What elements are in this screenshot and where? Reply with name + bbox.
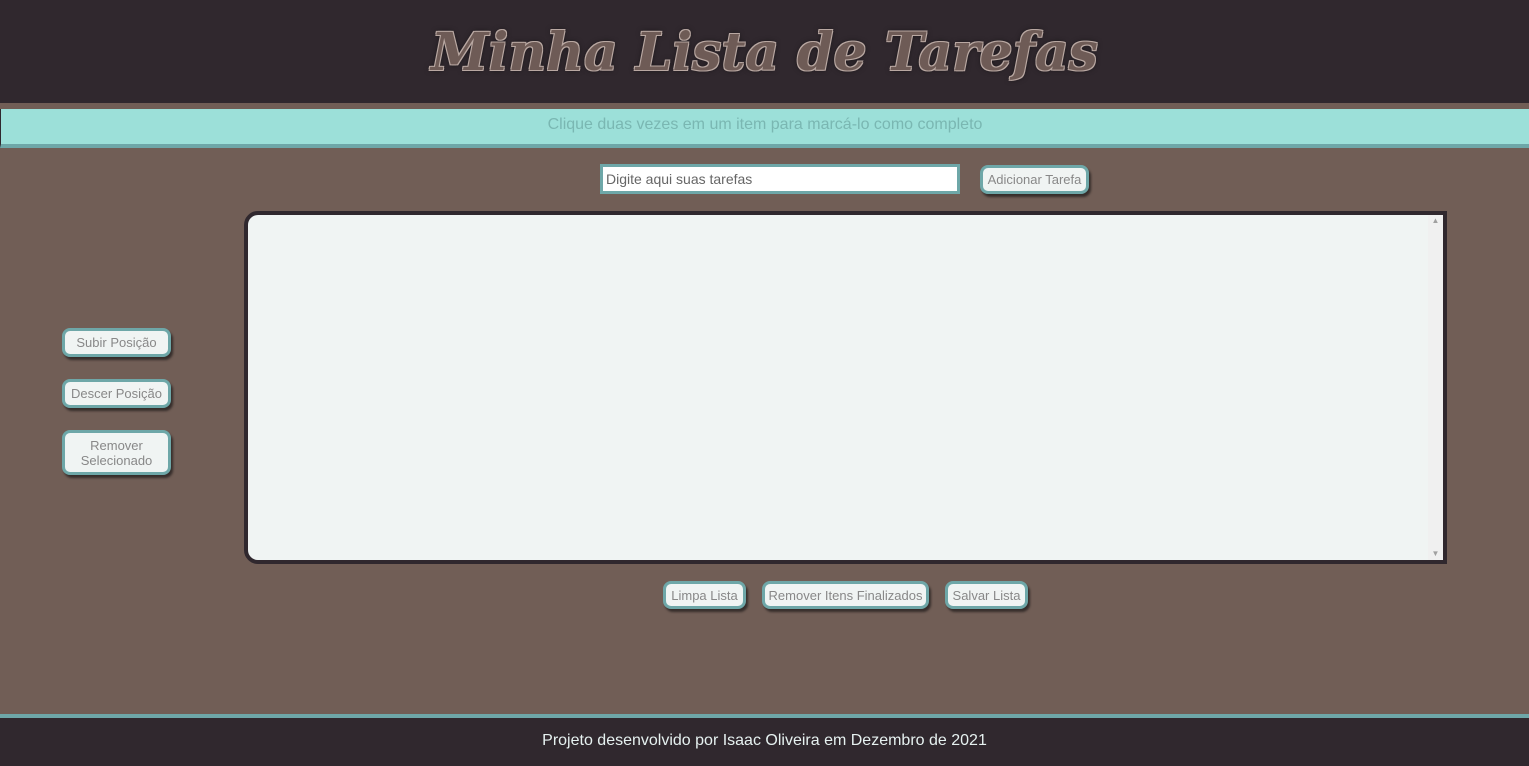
footer-text: Projeto desenvolvido por Isaac Oliveira … [542,732,987,749]
page-header: Minha Lista de Tarefas [0,0,1529,106]
task-input[interactable] [600,164,960,194]
hint-text: Clique duas vezes em um item para marcá-… [547,116,983,133]
remove-finished-button[interactable]: Remover Itens Finalizados [762,581,929,609]
move-up-button[interactable]: Subir Posição [62,328,171,357]
page: Minha Lista de Tarefas Clique duas vezes… [0,0,1529,766]
triangle-up-icon[interactable]: ▲ [1432,215,1440,227]
hint-bar: Clique duas vezes em um item para marcá-… [0,109,1529,148]
task-list-scrollbar[interactable]: ▲ ▼ [1428,215,1443,560]
add-task-button[interactable]: Adicionar Tarefa [980,165,1089,194]
triangle-down-icon[interactable]: ▼ [1432,548,1440,560]
page-title: Minha Lista de Tarefas [431,22,1098,83]
save-list-button[interactable]: Salvar Lista [945,581,1028,609]
clear-list-button[interactable]: Limpa Lista [663,581,746,609]
task-list[interactable]: ▲ ▼ [244,211,1447,564]
page-footer: Projeto desenvolvido por Isaac Oliveira … [0,714,1529,766]
move-down-button[interactable]: Descer Posição [62,379,171,408]
remove-selected-button[interactable]: Remover Selecionado [62,430,171,475]
